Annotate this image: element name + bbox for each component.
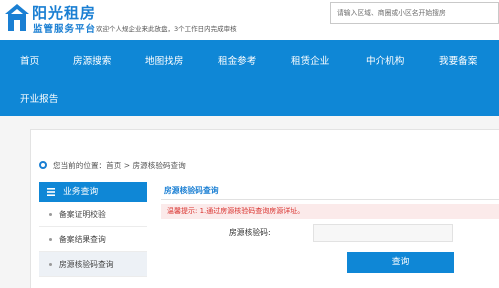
nav-item-home[interactable]: 首页	[20, 53, 39, 67]
bullet-icon	[49, 263, 52, 266]
main-section: 房源核验码查询 温馨提示: 1.通过房源核验码查询房源详址。 房源核验码: 查询	[161, 182, 499, 273]
nav-item-filing[interactable]: 我要备案	[439, 53, 477, 67]
content-panel: 您当前的位置：首页 > 房源核验码查询 业务查询 备案证明校验 备案结果查询 房…	[30, 129, 499, 288]
location-circle-icon	[39, 161, 47, 169]
breadcrumb: 您当前的位置：首页 > 房源核验码查询	[39, 160, 186, 171]
sidebar-item-label: 房源核验码查询	[59, 260, 114, 269]
verification-code-label: 房源核验码:	[229, 228, 271, 237]
nav-item-opening-report[interactable]: 开业报告	[20, 91, 58, 105]
verification-code-input[interactable]	[313, 224, 453, 242]
query-button[interactable]: 查询	[347, 252, 454, 273]
sidebar-heading: 业务查询	[39, 182, 147, 202]
content-area: 您当前的位置：首页 > 房源核验码查询 业务查询 备案证明校验 备案结果查询 房…	[0, 116, 499, 288]
nav-item-search[interactable]: 房源搜索	[73, 53, 111, 67]
search-input[interactable]	[337, 3, 497, 23]
search-box	[330, 2, 499, 24]
breadcrumb-text: 您当前的位置：首页 > 房源核验码查询	[53, 161, 186, 170]
warning-banner: 温馨提示: 1.通过房源核验码查询房源详址。	[161, 204, 499, 219]
sidebar-item-verification-code[interactable]: 房源核验码查询	[39, 252, 147, 277]
main-nav: 首页 房源搜索 地图找房 租金参考 租赁企业 中介机构 我要备案 开业报告	[0, 40, 499, 116]
site-header: 阳光租房 监管服务平台 欢迎个人规企业来此放盘，3个工作日内完成审核	[0, 0, 499, 40]
section-title: 房源核验码查询	[161, 182, 499, 200]
brand-subtitle: 监管服务平台	[33, 24, 97, 35]
sidebar: 业务查询 备案证明校验 备案结果查询 房源核验码查询	[39, 182, 147, 277]
bullet-icon	[49, 213, 52, 216]
nav-item-rent-reference[interactable]: 租金参考	[218, 53, 256, 67]
nav-item-agencies[interactable]: 中介机构	[366, 53, 404, 67]
sidebar-item-label: 备案证明校验	[59, 210, 106, 219]
header-note: 欢迎个人规企业来此放盘，3个工作日内完成审核	[96, 25, 237, 33]
nav-item-map[interactable]: 地图找房	[145, 53, 183, 67]
menu-icon	[47, 188, 55, 196]
bullet-icon	[49, 238, 52, 241]
sidebar-heading-label: 业务查询	[63, 187, 99, 197]
nav-item-rental-companies[interactable]: 租赁企业	[291, 53, 329, 67]
sidebar-item-filing-result[interactable]: 备案结果查询	[39, 227, 147, 252]
house-logo-icon	[5, 4, 29, 31]
brand-title[interactable]: 阳光租房	[32, 2, 96, 23]
sidebar-item-filing-verify[interactable]: 备案证明校验	[39, 202, 147, 227]
sidebar-item-label: 备案结果查询	[59, 235, 106, 244]
